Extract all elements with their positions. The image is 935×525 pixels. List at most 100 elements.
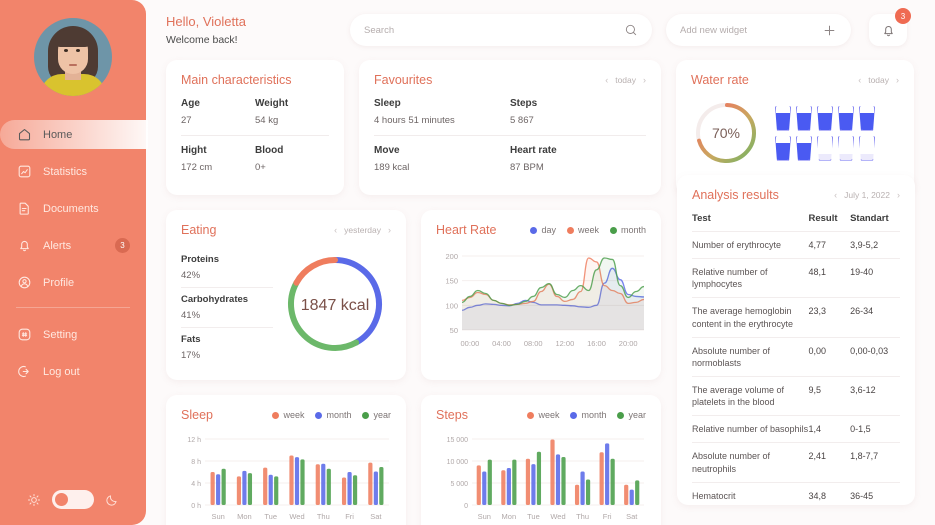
chevron-left-icon[interactable]: ‹ xyxy=(834,190,837,200)
y-axis-tick: 5 000 xyxy=(450,481,468,488)
card-title: Eating xyxy=(181,223,217,237)
analysis-test: Relative number of basophils xyxy=(692,415,809,443)
water-glass[interactable] xyxy=(838,135,854,161)
water-glass[interactable] xyxy=(817,135,833,161)
x-axis-tick: Thu xyxy=(317,512,330,521)
legend-item-week[interactable]: week xyxy=(272,410,304,420)
card-title: Analysis results xyxy=(692,188,779,202)
greeting-hello: Hello, Violetta xyxy=(166,14,246,29)
legend-dot xyxy=(570,411,578,419)
card-title: Steps xyxy=(436,408,468,422)
bell-icon xyxy=(881,23,896,38)
water-glass[interactable] xyxy=(796,105,812,131)
period-label: today xyxy=(868,75,889,85)
water-glass[interactable] xyxy=(859,105,875,131)
bar-year xyxy=(487,459,492,505)
column-header-standard: Standart xyxy=(850,213,889,224)
add-widget-button[interactable]: Add new widget xyxy=(666,14,851,46)
bar-month xyxy=(268,474,273,505)
column-header-result: Result xyxy=(808,213,838,224)
search-input[interactable]: Search xyxy=(350,14,652,46)
sidebar-item-setting[interactable]: Setting xyxy=(0,320,146,349)
sidebar-item-profile[interactable]: Profile xyxy=(0,268,146,297)
card-title: Main characteristics xyxy=(181,73,292,87)
topbar: Hello, Violetta Welcome back! Search Add… xyxy=(166,0,915,60)
analysis-table: Test Result Standart Number of erythrocy… xyxy=(692,213,900,505)
moon-icon[interactable] xyxy=(105,493,119,507)
bar-week xyxy=(599,452,604,505)
bar-year xyxy=(274,476,279,505)
sidebar-item-documents[interactable]: Documents xyxy=(0,194,146,223)
y-axis-tick: 200 xyxy=(445,252,458,261)
x-axis-tick: Mon xyxy=(237,512,252,521)
sidebar-item-alerts[interactable]: Alerts 3 xyxy=(0,231,146,260)
y-axis-tick: 50 xyxy=(450,326,458,335)
chevron-left-icon[interactable]: ‹ xyxy=(334,225,337,235)
analysis-standard: 0-1,5 xyxy=(850,415,900,443)
legend-label: day xyxy=(541,225,556,235)
card-header: Main characteristics xyxy=(181,73,329,87)
legend-item-year[interactable]: year xyxy=(362,410,391,420)
chevron-right-icon[interactable]: › xyxy=(388,225,391,235)
sidebar-item-statistics[interactable]: Statistics xyxy=(0,157,146,186)
profile-icon xyxy=(17,275,32,290)
analysis-table-body: Number of erythrocyte 4,77 3,9-5,2 Relative… xyxy=(692,230,900,505)
water-glass[interactable] xyxy=(775,135,791,161)
cards-row-2: Eating ‹ yesterday › Proteins 42% Carboh… xyxy=(166,175,915,505)
bar-year xyxy=(221,468,226,505)
legend-item-week[interactable]: week xyxy=(527,410,559,420)
legend-label: month xyxy=(620,225,646,235)
characteristic-value: 54 kg xyxy=(255,115,279,126)
legend-item-month[interactable]: month xyxy=(315,410,351,420)
legend-item-day[interactable]: day xyxy=(530,225,556,235)
analysis-test: The average volume of platelets in the b… xyxy=(692,375,809,416)
bar-week xyxy=(210,472,215,505)
x-axis-tick: Thu xyxy=(576,512,589,521)
legend-item-month[interactable]: month xyxy=(609,225,646,235)
card-title: Favourites xyxy=(374,73,433,87)
water-glass[interactable] xyxy=(859,135,875,161)
analysis-standard: 36-45 xyxy=(850,481,900,505)
eating-item: Carbohydrates 41% xyxy=(181,288,273,328)
sidebar-item-logout[interactable]: Log out xyxy=(0,357,146,386)
water-glass[interactable] xyxy=(796,135,812,161)
avatar-mouth xyxy=(69,64,77,66)
chevron-left-icon[interactable]: ‹ xyxy=(605,75,608,85)
water-glass[interactable] xyxy=(838,105,854,131)
plus-icon[interactable] xyxy=(822,23,837,38)
analysis-test: Relative number of lymphocytes xyxy=(692,258,809,298)
chevron-right-icon[interactable]: › xyxy=(643,75,646,85)
favourite-key: Sleep xyxy=(374,98,401,109)
bar-month xyxy=(605,443,610,505)
sidebar-item-label: Statistics xyxy=(43,165,88,178)
legend-item-week[interactable]: week xyxy=(566,225,599,235)
table-row: The average hemoglobin content in the er… xyxy=(692,297,900,338)
notifications-button[interactable]: 3 xyxy=(869,8,911,46)
chevron-right-icon[interactable]: › xyxy=(896,75,899,85)
chevron-left-icon[interactable]: ‹ xyxy=(858,75,861,85)
legend-item-month[interactable]: month xyxy=(570,410,606,420)
water-glass[interactable] xyxy=(817,105,833,131)
water-glass[interactable] xyxy=(775,105,791,131)
sidebar-item-home[interactable]: Home xyxy=(0,120,148,149)
table-row: The average volume of platelets in the b… xyxy=(692,375,900,416)
eating-item: Fats 17% xyxy=(181,328,273,367)
sun-icon[interactable] xyxy=(27,493,41,507)
favourites-col-right: Steps 5 867 Heart rate 87 BPM xyxy=(510,98,646,182)
bar-month xyxy=(242,470,247,505)
chevron-right-icon[interactable]: › xyxy=(897,190,900,200)
y-axis-tick: 0 h xyxy=(191,503,201,510)
card-header: Water rate ‹ today › xyxy=(691,73,899,87)
avatar[interactable] xyxy=(34,18,112,96)
theme-toggle-switch[interactable] xyxy=(52,490,94,509)
analysis-standard: 19-40 xyxy=(850,258,900,298)
favourite-value: 4 hours 51 minutes xyxy=(374,115,455,126)
legend-item-year[interactable]: year xyxy=(617,410,646,420)
eating-item-percent: 41% xyxy=(181,310,201,321)
bell-icon xyxy=(17,238,32,253)
search-icon[interactable] xyxy=(624,23,638,37)
heart-rate-card: Heart Rate day week month 200 150 100 50… xyxy=(421,210,661,380)
period-label: yesterday xyxy=(344,225,381,235)
eating-item-name: Proteins xyxy=(181,254,220,265)
greeting: Hello, Violetta Welcome back! xyxy=(166,14,336,46)
